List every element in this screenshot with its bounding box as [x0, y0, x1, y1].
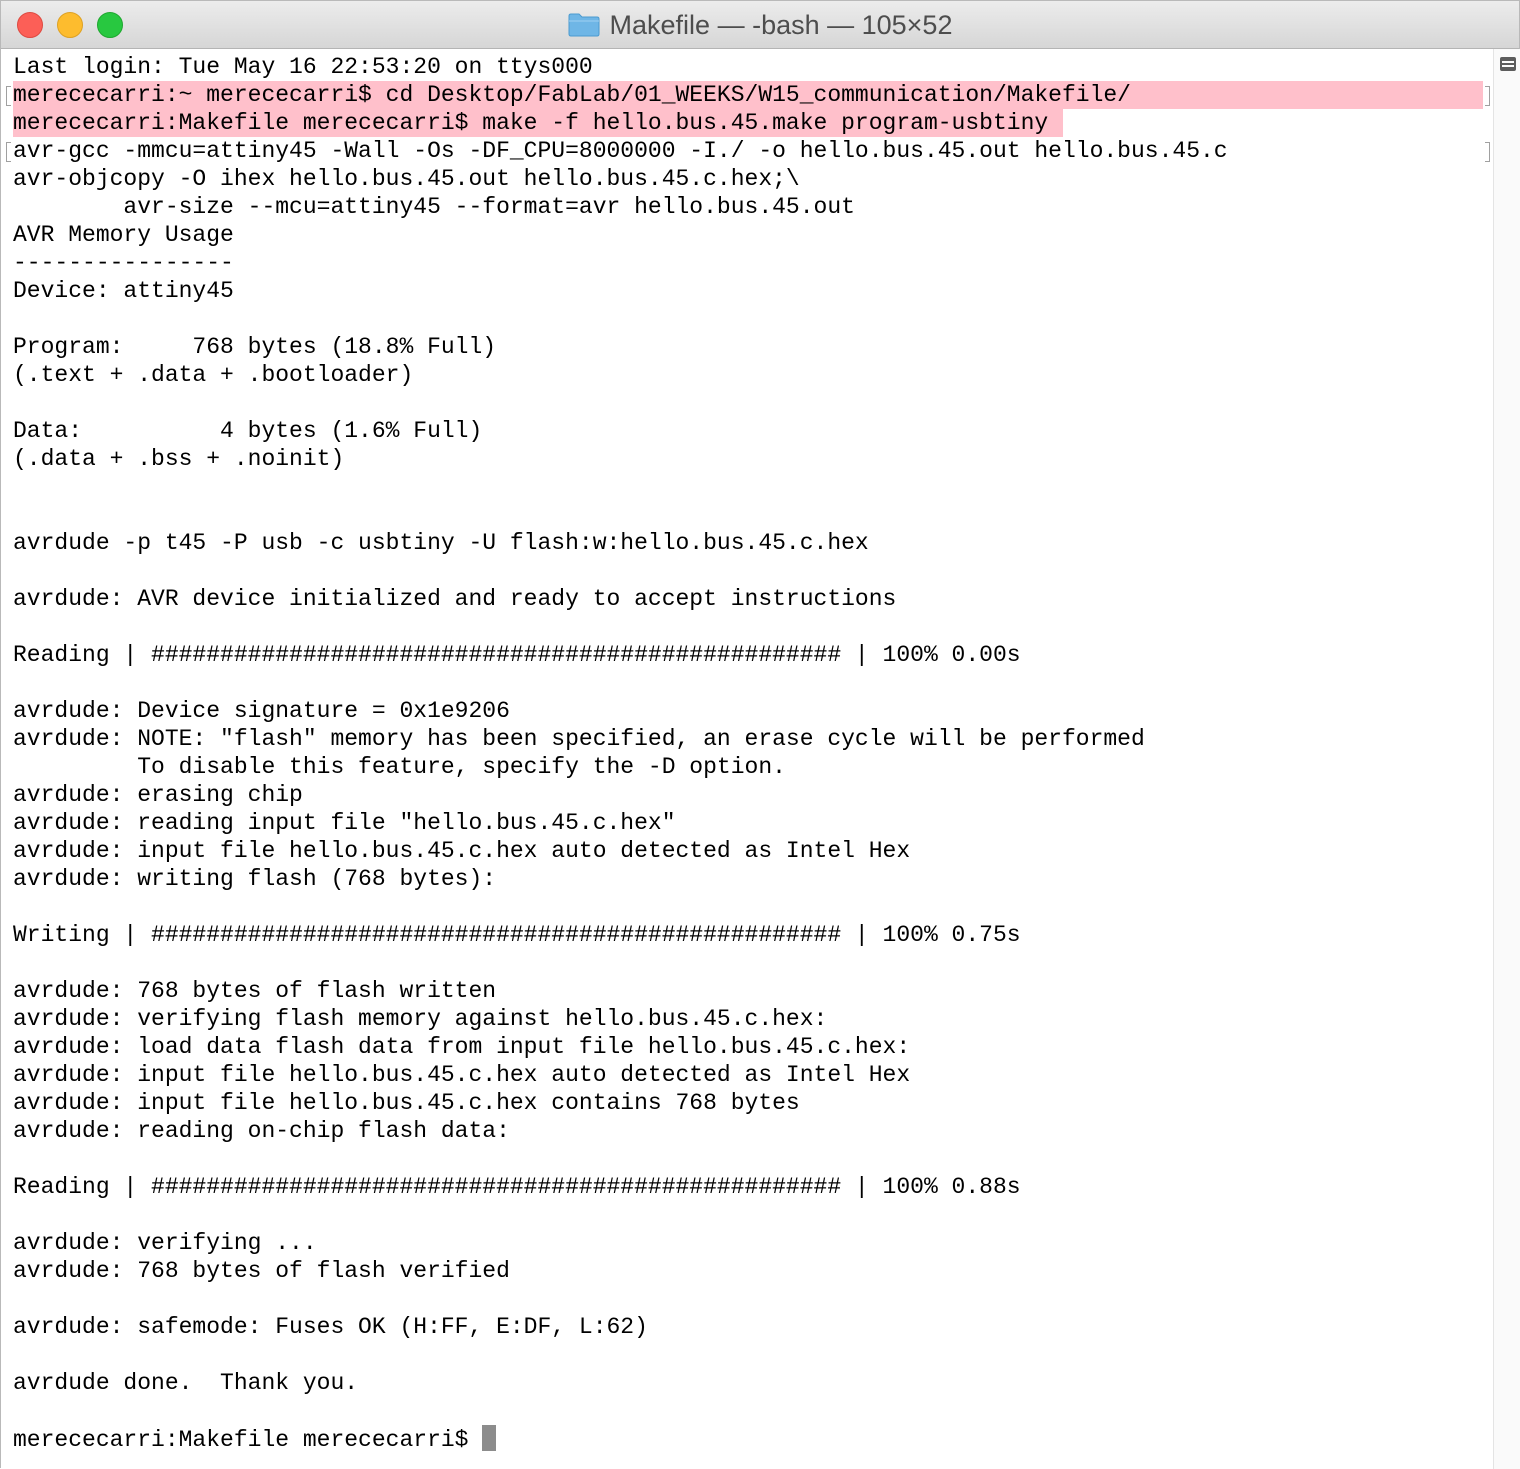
terminal-line: avrdude: Device signature = 0x1e9206 — [13, 698, 510, 724]
terminal-line: avrdude: NOTE: "flash" memory has been s… — [13, 726, 1145, 752]
terminal-line: avrdude -p t45 -P usb -c usbtiny -U flas… — [13, 530, 869, 556]
terminal-line: avrdude: verifying ... — [13, 1230, 317, 1256]
terminal-line: Last login: Tue May 16 22:53:20 on ttys0… — [13, 54, 593, 80]
terminal-line: avrdude: AVR device initialized and read… — [13, 586, 897, 612]
line-mark — [1485, 86, 1490, 106]
terminal-line: avrdude: reading input file "hello.bus.4… — [13, 810, 676, 836]
line-mark — [1485, 142, 1490, 162]
folder-icon — [568, 13, 600, 37]
terminal-line: AVR Memory Usage — [13, 222, 234, 248]
terminal-line: avrdude: 768 bytes of flash verified — [13, 1258, 510, 1284]
terminal-line: avrdude: verifying flash memory against … — [13, 1006, 828, 1032]
terminal-line: avr-gcc -mmcu=attiny45 -Wall -Os -DF_CPU… — [13, 138, 1228, 164]
terminal-content[interactable]: Last login: Tue May 16 22:53:20 on ttys0… — [1, 49, 1493, 1469]
window-title-group: Makefile — -bash — 105×52 — [1, 1, 1519, 49]
terminal-line: avrdude: safemode: Fuses OK (H:FF, E:DF,… — [13, 1314, 648, 1340]
text-cursor — [482, 1425, 497, 1451]
title-bar[interactable]: Makefile — -bash — 105×52 — [1, 1, 1519, 49]
line-mark — [6, 86, 11, 106]
prompt-text: merececarri:Makefile merececarri$ — [13, 1427, 483, 1453]
terminal-line: Program: 768 bytes (18.8% Full) — [13, 334, 497, 360]
line-mark — [6, 142, 11, 162]
terminal-line: avrdude: input file hello.bus.45.c.hex a… — [13, 838, 911, 864]
terminal-line: To disable this feature, specify the -D … — [13, 754, 786, 780]
terminal-line: avrdude: reading on-chip flash data: — [13, 1118, 510, 1144]
prompt-line[interactable]: merececarri:Makefile merececarri$ — [13, 1425, 1228, 1453]
terminal-line: merececarri:Makefile merececarri$ make -… — [13, 110, 1049, 136]
terminal-window: Makefile — -bash — 105×52 Last login: Tu… — [0, 0, 1520, 1469]
terminal-line: merececarri:~ merececarri$ cd Desktop/Fa… — [13, 82, 1131, 108]
menu-icon[interactable] — [1500, 57, 1516, 71]
terminal-line: Data: 4 bytes (1.6% Full) — [13, 418, 483, 444]
terminal-line: avrdude: input file hello.bus.45.c.hex c… — [13, 1090, 800, 1116]
terminal-line: ---------------- — [13, 250, 234, 276]
terminal-line: (.text + .data + .bootloader) — [13, 362, 414, 388]
window-title: Makefile — -bash — 105×52 — [609, 9, 953, 40]
terminal-line: avrdude: input file hello.bus.45.c.hex a… — [13, 1062, 911, 1088]
terminal-line: avrdude done. Thank you. — [13, 1370, 359, 1396]
terminal-output[interactable]: Last login: Tue May 16 22:53:20 on ttys0… — [13, 53, 1228, 1453]
scrollbar-area[interactable] — [1493, 49, 1520, 1469]
terminal-line: Writing | ##############################… — [13, 922, 1021, 948]
terminal-line: avr-size --mcu=attiny45 --format=avr hel… — [13, 194, 855, 220]
terminal-line: avrdude: load data flash data from input… — [13, 1034, 911, 1060]
terminal-line: avr-objcopy -O ihex hello.bus.45.out hel… — [13, 166, 800, 192]
terminal-line: avrdude: 768 bytes of flash written — [13, 978, 497, 1004]
terminal-line: Reading | ##############################… — [13, 1174, 1021, 1200]
terminal-line: Device: attiny45 — [13, 278, 234, 304]
terminal-line: Reading | ##############################… — [13, 642, 1021, 668]
terminal-line: avrdude: erasing chip — [13, 782, 303, 808]
terminal-line: (.data + .bss + .noinit) — [13, 446, 345, 472]
terminal-line: avrdude: writing flash (768 bytes): — [13, 866, 497, 892]
